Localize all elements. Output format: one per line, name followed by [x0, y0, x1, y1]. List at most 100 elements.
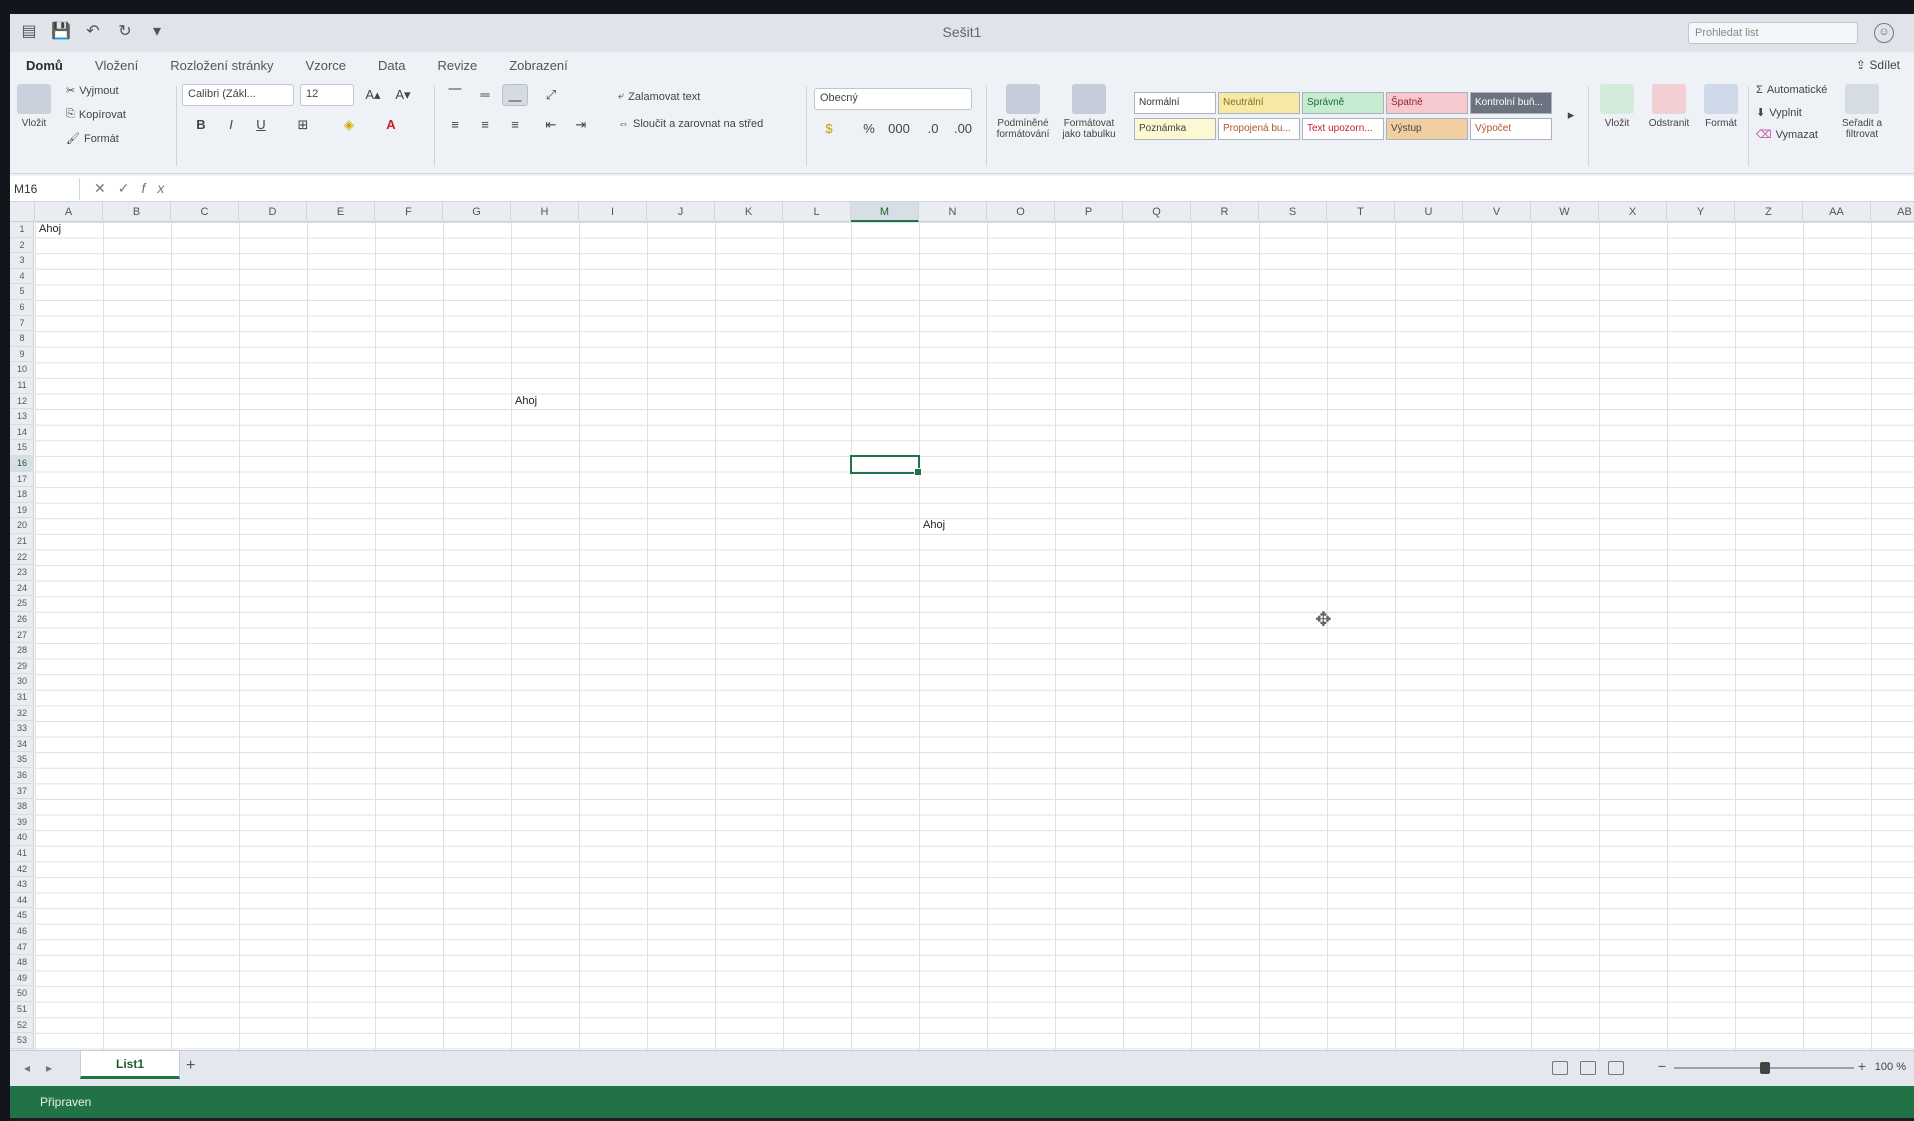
row-header[interactable]: 3	[10, 253, 34, 269]
row-header[interactable]: 4	[10, 269, 34, 285]
zoom-slider[interactable]	[1674, 1062, 1854, 1074]
select-all-corner[interactable]	[10, 202, 35, 222]
row-header[interactable]: 28	[10, 643, 34, 659]
row-header[interactable]: 51	[10, 1002, 34, 1018]
column-header-e[interactable]: E	[307, 202, 375, 222]
share-button[interactable]: ⇪ Sdílet	[1856, 58, 1900, 72]
align-bottom-icon[interactable]: ⎽	[502, 84, 528, 106]
wrap-text-button[interactable]: ⤶ Zalamovat text	[618, 90, 700, 103]
row-header[interactable]: 7	[10, 316, 34, 332]
row-header[interactable]: 9	[10, 347, 34, 363]
align-left-icon[interactable]: ≡	[442, 114, 468, 136]
style-warning-text[interactable]: Text upozorn...	[1302, 118, 1384, 140]
column-header-w[interactable]: W	[1531, 202, 1599, 222]
column-header-u[interactable]: U	[1395, 202, 1463, 222]
row-header[interactable]: 32	[10, 706, 34, 722]
active-cell[interactable]	[850, 455, 922, 476]
column-header-a[interactable]: A	[35, 202, 103, 222]
copy-button[interactable]: ⎘ Kopírovat	[66, 108, 126, 121]
row-header[interactable]: 13	[10, 409, 34, 425]
tab-formulas[interactable]: Vzorce	[290, 52, 362, 80]
row-header[interactable]: 43	[10, 877, 34, 893]
row-header[interactable]: 44	[10, 893, 34, 909]
row-header[interactable]: 50	[10, 986, 34, 1002]
conditional-formatting-button[interactable]: Podmíněné formátování	[992, 84, 1054, 140]
grow-font-icon[interactable]: A▴	[360, 84, 386, 106]
increase-decimal-icon[interactable]: .0	[920, 118, 946, 140]
styles-more-icon[interactable]: ▸	[1558, 104, 1584, 126]
cut-button[interactable]: ✂ Vyjmout	[66, 84, 119, 98]
enter-icon[interactable]: ✓	[118, 180, 142, 196]
row-header[interactable]: 22	[10, 550, 34, 566]
tab-insert[interactable]: Vložení	[79, 52, 154, 80]
accounting-format-icon[interactable]: $	[816, 118, 842, 140]
decrease-decimal-icon[interactable]: .00	[950, 118, 976, 140]
row-header[interactable]: 17	[10, 472, 34, 488]
column-header-c[interactable]: C	[171, 202, 239, 222]
row-header[interactable]: 11	[10, 378, 34, 394]
row-header[interactable]: 10	[10, 362, 34, 378]
normal-view-icon[interactable]	[1552, 1061, 1568, 1075]
style-calculation[interactable]: Výpočet	[1470, 118, 1552, 140]
font-name-select[interactable]: Calibri (Zákl...	[182, 84, 294, 106]
row-header[interactable]: 39	[10, 815, 34, 831]
bold-icon[interactable]: B	[188, 114, 214, 136]
style-note[interactable]: Poznámka	[1134, 118, 1216, 140]
column-header-d[interactable]: D	[239, 202, 307, 222]
font-color-icon[interactable]: A	[378, 114, 404, 136]
decrease-indent-icon[interactable]: ⇤	[538, 114, 564, 136]
tab-review[interactable]: Revize	[421, 52, 493, 80]
row-header[interactable]: 30	[10, 674, 34, 690]
delete-cells-button[interactable]: Odstranit	[1644, 84, 1694, 129]
column-header-y[interactable]: Y	[1667, 202, 1735, 222]
underline-icon[interactable]: U	[248, 114, 274, 136]
zoom-slider-thumb[interactable]	[1760, 1062, 1770, 1074]
format-as-table-button[interactable]: Formátovat jako tabulku	[1058, 84, 1120, 140]
style-linked-cell[interactable]: Propojená bu...	[1218, 118, 1300, 140]
autosum-button[interactable]: ΣAutomatické shrnutí	[1756, 84, 1827, 96]
sheet-tab[interactable]: List1	[80, 1051, 180, 1079]
column-header-t[interactable]: T	[1327, 202, 1395, 222]
row-header[interactable]: 16	[10, 456, 34, 472]
row-header[interactable]: 14	[10, 425, 34, 441]
style-neutral[interactable]: Neutrální	[1218, 92, 1300, 114]
sort-filter-button[interactable]: Seřadit a filtrovat	[1832, 84, 1892, 140]
fill-color-icon[interactable]: ◈	[336, 114, 362, 136]
comma-style-icon[interactable]: 000	[886, 118, 912, 140]
cancel-icon[interactable]: ✕	[94, 180, 118, 196]
cell-area[interactable]: Ahoj Ahoj Ahoj ✥	[35, 222, 1914, 1050]
column-header-z[interactable]: Z	[1735, 202, 1803, 222]
row-header[interactable]: 25	[10, 596, 34, 612]
row-header[interactable]: 33	[10, 721, 34, 737]
row-header[interactable]: 37	[10, 784, 34, 800]
column-header-q[interactable]: Q	[1123, 202, 1191, 222]
style-normal[interactable]: Normální	[1134, 92, 1216, 114]
page-layout-view-icon[interactable]	[1580, 1061, 1596, 1075]
number-format-select[interactable]: Obecný	[814, 88, 972, 110]
row-header[interactable]: 20	[10, 518, 34, 534]
row-header[interactable]: 45	[10, 908, 34, 924]
row-header[interactable]: 2	[10, 238, 34, 254]
tab-page-layout[interactable]: Rozložení stránky	[154, 52, 289, 80]
next-sheet-icon[interactable]: ▸	[46, 1061, 52, 1075]
add-sheet-button[interactable]: +	[186, 1057, 195, 1075]
row-header[interactable]: 27	[10, 628, 34, 644]
row-header[interactable]: 41	[10, 846, 34, 862]
increase-indent-icon[interactable]: ⇥	[568, 114, 594, 136]
column-header-x[interactable]: X	[1599, 202, 1667, 222]
align-center-icon[interactable]: ≡	[472, 114, 498, 136]
row-header[interactable]: 42	[10, 862, 34, 878]
borders-icon[interactable]: ⊞	[290, 114, 316, 136]
row-header[interactable]: 26	[10, 612, 34, 628]
column-header-r[interactable]: R	[1191, 202, 1259, 222]
tab-data[interactable]: Data	[362, 52, 421, 80]
insert-cells-button[interactable]: Vložit	[1594, 84, 1640, 129]
column-header-v[interactable]: V	[1463, 202, 1531, 222]
row-header[interactable]: 18	[10, 487, 34, 503]
paste-button[interactable]: Vložit	[16, 84, 52, 129]
page-break-view-icon[interactable]	[1608, 1061, 1624, 1075]
style-check-cell[interactable]: Kontrolní buň...	[1470, 92, 1552, 114]
format-cells-button[interactable]: Formát	[1698, 84, 1744, 129]
text-orientation-icon[interactable]: ⤢	[538, 84, 564, 106]
tab-view[interactable]: Zobrazení	[493, 52, 584, 80]
